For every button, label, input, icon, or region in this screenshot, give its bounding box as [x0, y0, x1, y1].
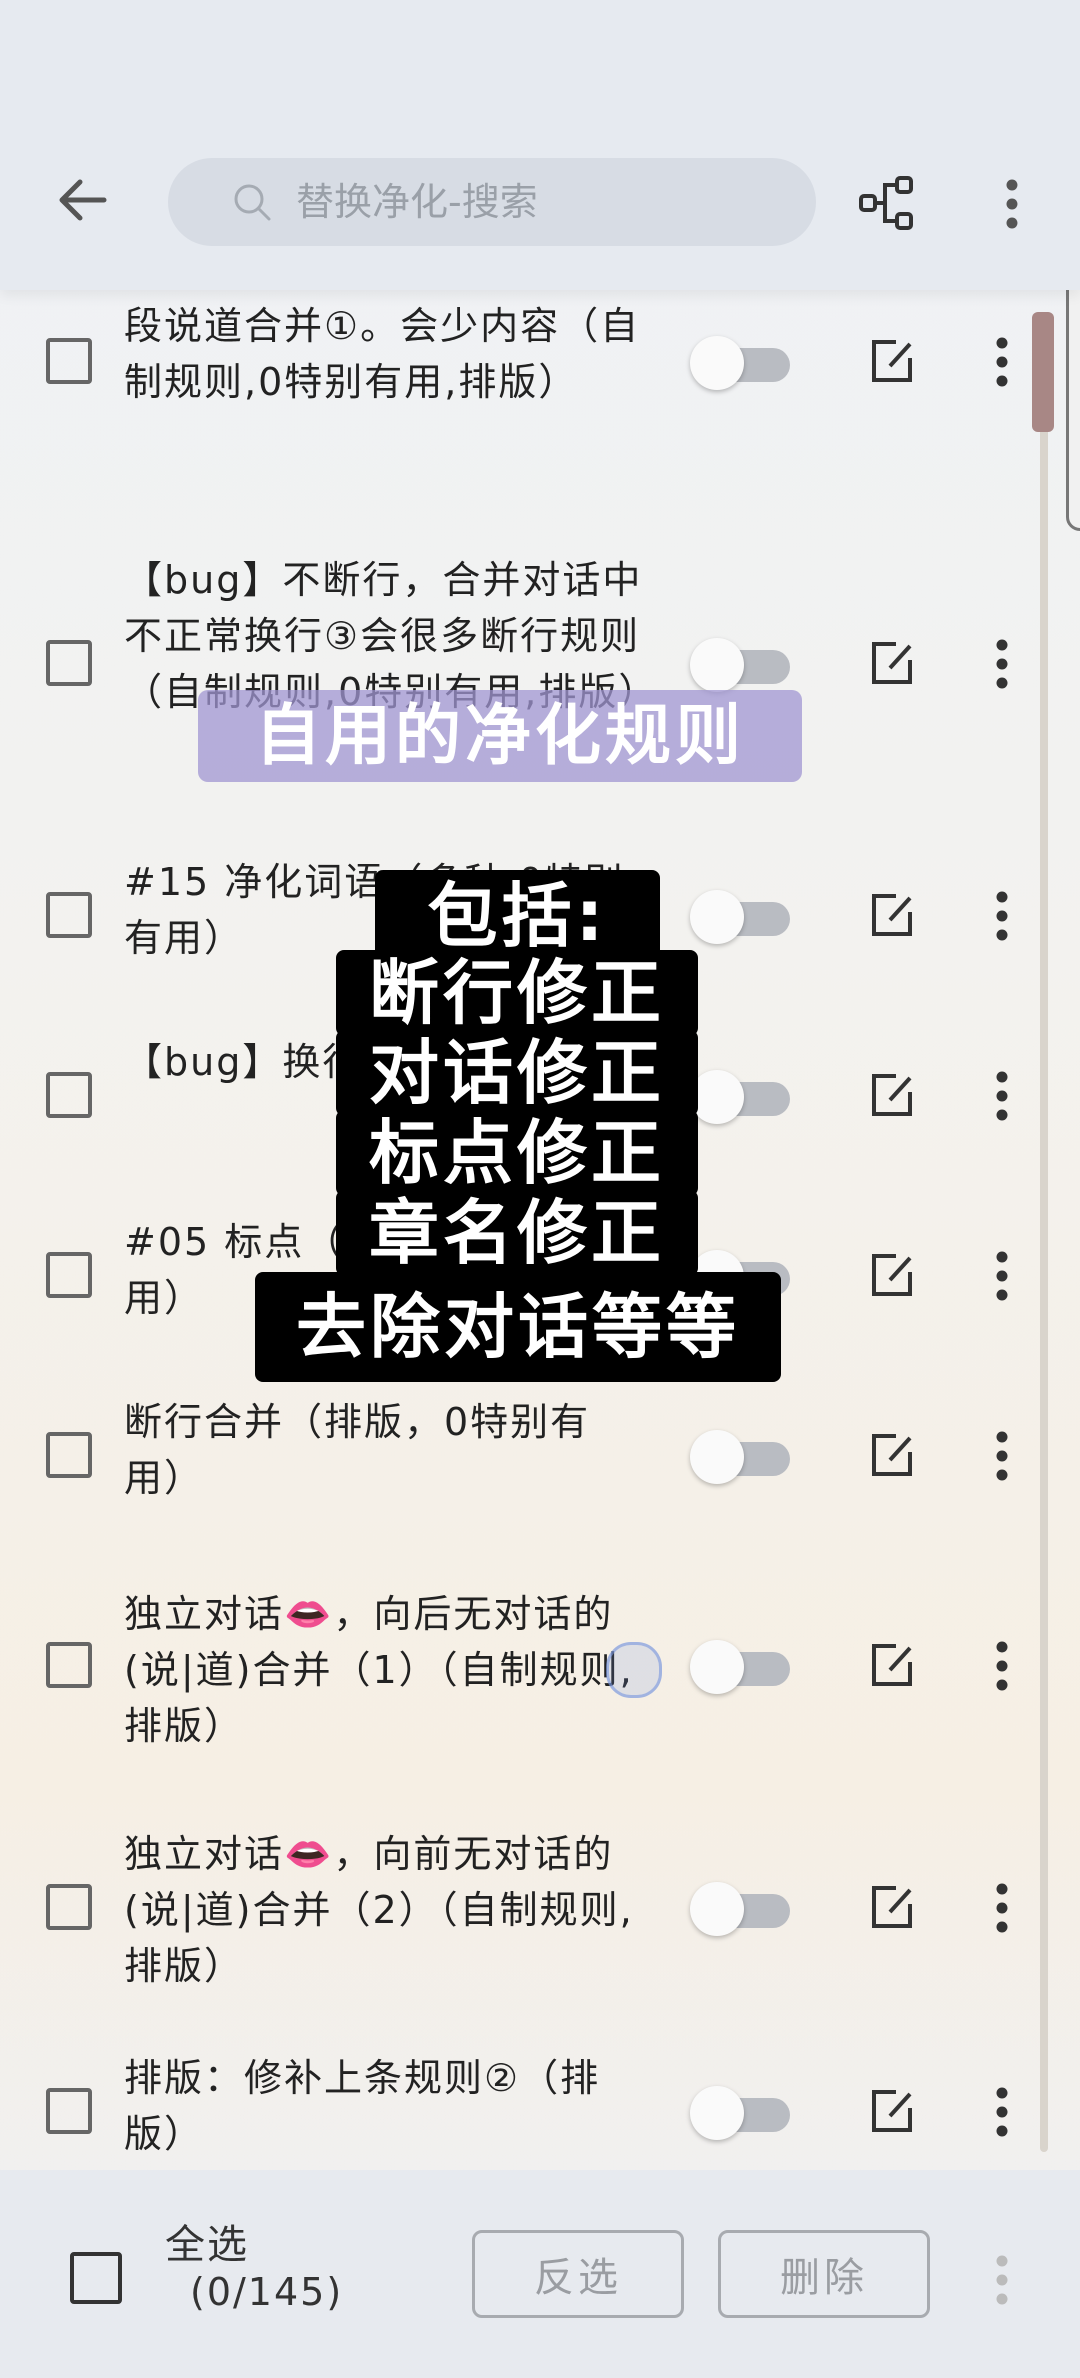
- edit-icon: [872, 1254, 912, 1296]
- row-more-button[interactable]: [984, 1636, 1020, 1696]
- list-item[interactable]: 段说道合并①。会少内容（自制规则,0特别有用,排版）: [0, 290, 1040, 490]
- row-more-button[interactable]: [984, 1246, 1020, 1306]
- list-item[interactable]: 排版：修补上条规则②（排版）: [0, 2050, 1040, 2170]
- scrollbar-track[interactable]: [1040, 312, 1048, 2152]
- row-more-button[interactable]: [984, 634, 1020, 694]
- search-box[interactable]: [168, 158, 816, 246]
- overlay-line: 对话修正: [336, 1030, 698, 1116]
- row-checkbox[interactable]: [46, 2088, 92, 2134]
- edit-icon: [872, 1886, 912, 1928]
- select-all-checkbox[interactable]: [70, 2252, 122, 2304]
- rule-toggle[interactable]: [690, 890, 790, 944]
- row-more-button[interactable]: [984, 886, 1020, 946]
- row-more-button[interactable]: [984, 1066, 1020, 1126]
- list-item[interactable]: 断行合并（排版，0特别有用）: [0, 1390, 1040, 1530]
- overlay-line: 包括:: [375, 870, 660, 962]
- delete-button[interactable]: 删除: [718, 2230, 930, 2318]
- row-checkbox[interactable]: [46, 1642, 92, 1688]
- rule-label: 排版：修补上条规则②（排版）: [124, 2056, 601, 2156]
- edit-icon: [872, 1644, 912, 1686]
- rule-toggle[interactable]: [690, 336, 790, 390]
- invert-selection-button[interactable]: 反选: [472, 2230, 684, 2318]
- rule-label: 独立对话👄，向前无对话的(说|道)合并（2）（自制规则,排版）: [124, 1832, 634, 1988]
- edit-button[interactable]: [864, 1638, 920, 1694]
- edit-icon: [872, 894, 912, 936]
- arrow-left-icon: [59, 179, 107, 221]
- edit-icon: [872, 642, 912, 684]
- more-vertical-icon: [996, 891, 1008, 941]
- overlay-line: 去除对话等等: [255, 1272, 781, 1382]
- edit-button[interactable]: [864, 334, 920, 390]
- overlay-title: 自用的净化规则: [198, 690, 802, 782]
- more-vertical-icon: [996, 2087, 1008, 2137]
- rule-toggle[interactable]: [690, 2086, 790, 2140]
- more-vertical-icon: [996, 1071, 1008, 1121]
- rule-label: 独立对话👄，向后无对话的(说|道)合并（1）（自制规则,排版）: [124, 1592, 634, 1748]
- edit-button[interactable]: [864, 1428, 920, 1484]
- row-checkbox[interactable]: [46, 640, 92, 686]
- more-vertical-icon: [996, 639, 1008, 689]
- row-checkbox[interactable]: [46, 1252, 92, 1298]
- edit-icon: [872, 1074, 912, 1116]
- row-checkbox[interactable]: [46, 1432, 92, 1478]
- edit-button[interactable]: [864, 1880, 920, 1936]
- search-input[interactable]: [294, 179, 778, 225]
- row-more-button[interactable]: [984, 2082, 1020, 2142]
- row-more-button[interactable]: [984, 1878, 1020, 1938]
- row-more-button[interactable]: [984, 1426, 1020, 1486]
- more-vertical-icon: [996, 1251, 1008, 1301]
- group-tree-button[interactable]: [855, 172, 919, 236]
- tree-icon: [859, 176, 913, 230]
- rule-label: 段说道合并①。会少内容（自制规则,0特别有用,排版）: [124, 304, 641, 404]
- more-vertical-icon: [1006, 179, 1018, 229]
- edit-icon: [872, 340, 912, 382]
- row-checkbox[interactable]: [46, 1072, 92, 1118]
- back-button[interactable]: [52, 170, 112, 230]
- bottom-action-bar: 全选 (0/145) 反选 删除: [0, 2170, 1080, 2378]
- touch-indicator: [606, 1642, 662, 1698]
- rule-toggle[interactable]: [690, 1640, 790, 1694]
- overlay-line: 断行修正: [336, 950, 698, 1036]
- edit-button[interactable]: [864, 1248, 920, 1304]
- more-vertical-icon: [996, 337, 1008, 387]
- list-item[interactable]: 独立对话👄，向后无对话的(说|道)合并（1）（自制规则,排版）: [0, 1570, 1040, 1770]
- select-all-label: 全选: [165, 2222, 249, 2268]
- edit-button[interactable]: [864, 636, 920, 692]
- rule-toggle[interactable]: [690, 638, 790, 692]
- selection-count: (0/145): [190, 2270, 344, 2314]
- rule-toggle[interactable]: [690, 1070, 790, 1124]
- row-more-button[interactable]: [984, 332, 1020, 392]
- row-checkbox[interactable]: [46, 892, 92, 938]
- edit-icon: [872, 1434, 912, 1476]
- overlay-line: 章名修正: [336, 1190, 698, 1276]
- bottom-more-button[interactable]: [984, 2250, 1020, 2310]
- overflow-menu-button[interactable]: [990, 172, 1034, 236]
- row-checkbox[interactable]: [46, 1884, 92, 1930]
- more-vertical-icon: [996, 2255, 1008, 2305]
- edit-button[interactable]: [864, 1068, 920, 1124]
- rule-toggle[interactable]: [690, 1882, 790, 1936]
- edit-button[interactable]: [864, 888, 920, 944]
- more-vertical-icon: [996, 1431, 1008, 1481]
- rule-label: 断行合并（排版，0特别有用）: [124, 1400, 591, 1500]
- more-vertical-icon: [996, 1641, 1008, 1691]
- more-vertical-icon: [996, 1883, 1008, 1933]
- top-app-bar: [0, 0, 1080, 290]
- scrollbar-thumb[interactable]: [1032, 312, 1054, 432]
- overlay-line: 标点修正: [336, 1110, 698, 1196]
- search-icon: [230, 180, 274, 224]
- rule-toggle[interactable]: [690, 1430, 790, 1484]
- list-item[interactable]: 独立对话👄，向前无对话的(说|道)合并（2）（自制规则,排版）: [0, 1810, 1040, 2010]
- row-checkbox[interactable]: [46, 338, 92, 384]
- edit-button[interactable]: [864, 2084, 920, 2140]
- edit-icon: [872, 2090, 912, 2132]
